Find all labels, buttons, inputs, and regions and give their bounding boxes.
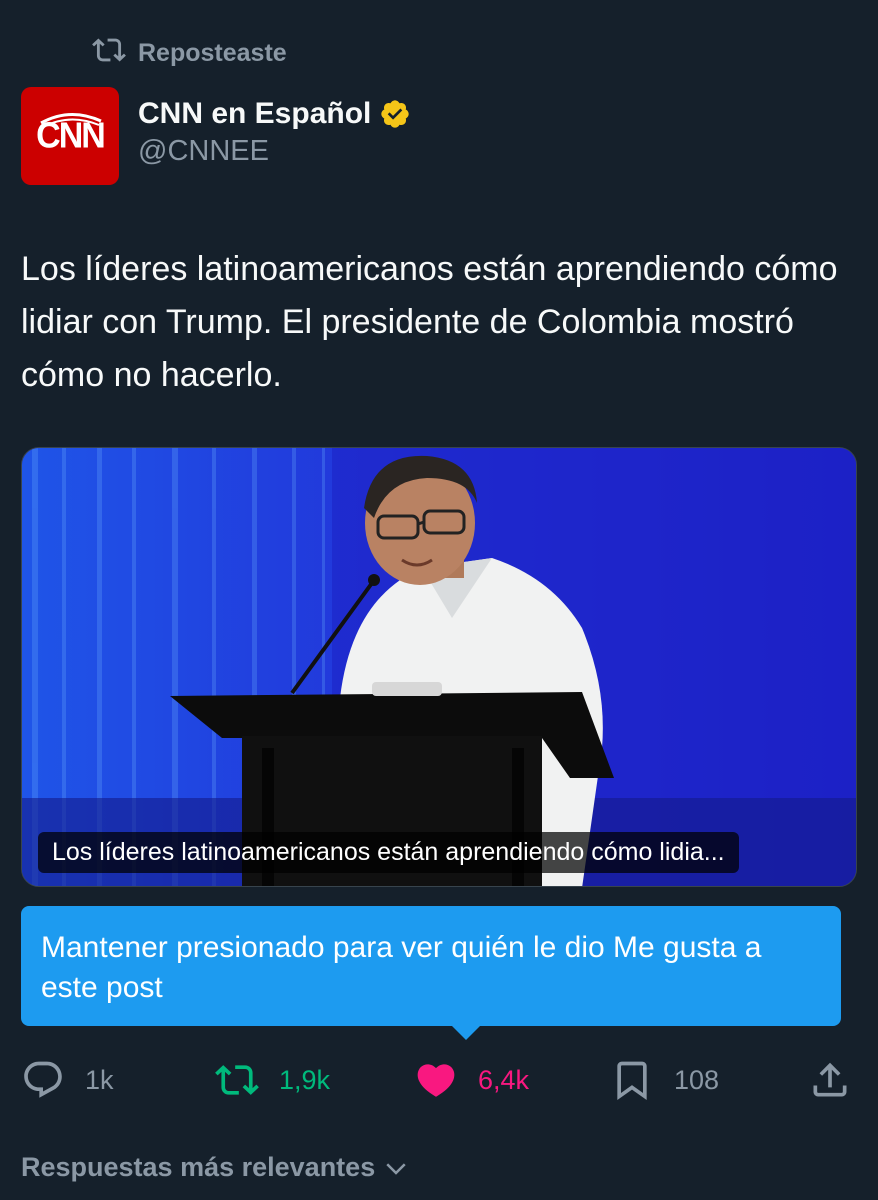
post-detail-screen: Reposteaste CNN CNN en Español @CNNEE Lo… xyxy=(0,0,878,1200)
chevron-down-icon xyxy=(381,1153,411,1183)
retweet-count: 1,9k xyxy=(279,1064,331,1095)
post-author[interactable]: CNN CNN en Español @CNNEE xyxy=(21,87,411,185)
repost-indicator: Reposteaste xyxy=(92,33,287,74)
like-button[interactable]: 6,4k xyxy=(414,1058,529,1102)
post-actions-bar: 1k 1,9k 6,4k 108 xyxy=(0,1050,878,1110)
speaker-photo xyxy=(22,448,856,886)
author-handle[interactable]: @CNNEE xyxy=(138,135,411,168)
author-name[interactable]: CNN en Español xyxy=(138,97,371,131)
retweet-icon xyxy=(215,1058,259,1102)
repost-icon xyxy=(92,33,126,74)
share-button[interactable] xyxy=(808,1058,852,1102)
bookmark-count: 108 xyxy=(674,1064,720,1095)
reply-button[interactable]: 1k xyxy=(21,1058,114,1102)
avatar-text: CNN xyxy=(36,115,106,156)
tooltip-arrow xyxy=(450,1024,482,1040)
like-count: 6,4k xyxy=(478,1064,530,1095)
post-media-card[interactable]: Los líderes latinoamericanos están apren… xyxy=(21,447,857,887)
post-text: Los líderes latinoamericanos están apren… xyxy=(21,250,838,394)
repost-label: Reposteaste xyxy=(138,39,287,67)
media-caption: Los líderes latinoamericanos están apren… xyxy=(38,832,739,873)
author-meta: CNN en Español @CNNEE xyxy=(138,87,411,168)
verified-badge-icon[interactable] xyxy=(379,98,411,130)
avatar[interactable]: CNN xyxy=(21,87,119,185)
author-name-row: CNN en Español xyxy=(138,97,411,131)
tooltip-text: Mantener presionado para ver quién le di… xyxy=(41,931,762,1004)
like-hint-tooltip[interactable]: Mantener presionado para ver quién le di… xyxy=(21,906,841,1026)
retweet-button[interactable]: 1,9k xyxy=(215,1058,330,1102)
reply-icon xyxy=(21,1058,65,1102)
share-icon xyxy=(808,1058,852,1102)
bookmark-button[interactable]: 108 xyxy=(610,1058,719,1102)
bookmark-icon xyxy=(610,1058,654,1102)
replies-sort-selector[interactable]: Respuestas más relevantes xyxy=(21,1152,411,1183)
heart-filled-icon xyxy=(414,1058,458,1102)
reply-count: 1k xyxy=(85,1064,114,1095)
replies-sort-label: Respuestas más relevantes xyxy=(21,1152,376,1182)
